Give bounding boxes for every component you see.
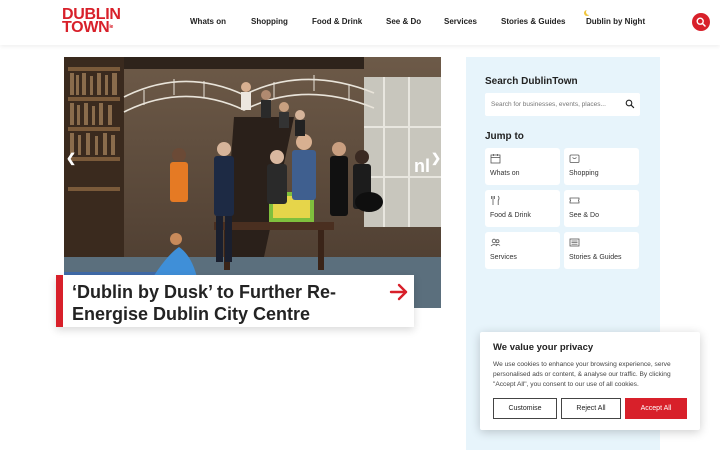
jump-tile-stories-guides[interactable]: Stories & Guides <box>564 232 639 269</box>
cookie-title: We value your privacy <box>493 342 594 353</box>
jump-tile-services[interactable]: Services <box>485 232 560 269</box>
tile-label: See & Do <box>569 212 599 219</box>
jump-tile-see-do[interactable]: See & Do <box>564 190 639 227</box>
search-icon <box>696 17 706 27</box>
reject-all-button[interactable]: Reject All <box>561 398 621 419</box>
nav-item-shopping[interactable]: Shopping <box>251 17 288 26</box>
nav-item-services[interactable]: Services <box>444 17 477 26</box>
search-icon[interactable] <box>625 99 635 109</box>
hero-image[interactable]: nl <box>64 57 441 308</box>
accept-all-button[interactable]: Accept All <box>625 398 687 419</box>
svg-text:nl: nl <box>414 156 430 176</box>
nav-item-dublin-by-night[interactable]: Dublin by Night <box>586 17 645 26</box>
cutlery-icon <box>491 195 500 205</box>
tile-label: Food & Drink <box>490 212 531 219</box>
hero-photo-library-group: nl <box>64 57 441 308</box>
moon-icon <box>586 9 592 15</box>
people-icon <box>490 238 501 247</box>
shopping-bag-icon <box>569 154 580 163</box>
jump-tile-food-drink[interactable]: Food & Drink <box>485 190 560 227</box>
cookie-consent-banner: We value your privacy We use cookies to … <box>480 332 700 430</box>
search-box <box>485 93 640 116</box>
hero-title: ‘Dublin by Dusk’ to Further Re-Energise … <box>72 282 337 324</box>
jump-tile-shopping[interactable]: Shopping <box>564 148 639 185</box>
logo-mark: ie <box>109 24 113 30</box>
hero-prev-chevron-left-icon[interactable]: ❮ <box>66 151 76 165</box>
arrow-right-icon[interactable] <box>389 283 409 301</box>
ticket-icon <box>569 197 580 204</box>
header-search-button[interactable] <box>692 13 710 31</box>
nav-item-food-drink[interactable]: Food & Drink <box>312 17 362 26</box>
site-header: DUBLIN TOWNie Whats on Shopping Food & D… <box>0 0 720 45</box>
nav-item-whats-on[interactable]: Whats on <box>190 17 226 26</box>
nav-item-stories-guides[interactable]: Stories & Guides <box>501 17 565 26</box>
tile-label: Stories & Guides <box>569 254 622 261</box>
jump-to-heading: Jump to <box>485 131 524 142</box>
newspaper-icon <box>569 238 580 247</box>
cookie-text: We use cookies to enhance your browsing … <box>493 361 671 388</box>
hero-next-chevron-right-icon[interactable]: ❯ <box>431 151 441 165</box>
tile-label: Shopping <box>569 170 599 177</box>
customise-button[interactable]: Customise <box>493 398 557 419</box>
hero-caption-card[interactable]: ‘Dublin by Dusk’ to Further Re-Energise … <box>56 275 414 327</box>
search-heading: Search DublinTown <box>485 76 578 87</box>
tile-label: Services <box>490 254 517 261</box>
logo-line-town: TOWN <box>62 19 110 36</box>
dublintown-logo[interactable]: DUBLIN TOWNie <box>62 7 121 36</box>
calendar-icon <box>490 154 501 164</box>
jump-tile-whats-on[interactable]: Whats on <box>485 148 560 185</box>
nav-item-see-do[interactable]: See & Do <box>386 17 421 26</box>
tile-label: Whats on <box>490 170 520 177</box>
search-input[interactable] <box>491 99 619 110</box>
